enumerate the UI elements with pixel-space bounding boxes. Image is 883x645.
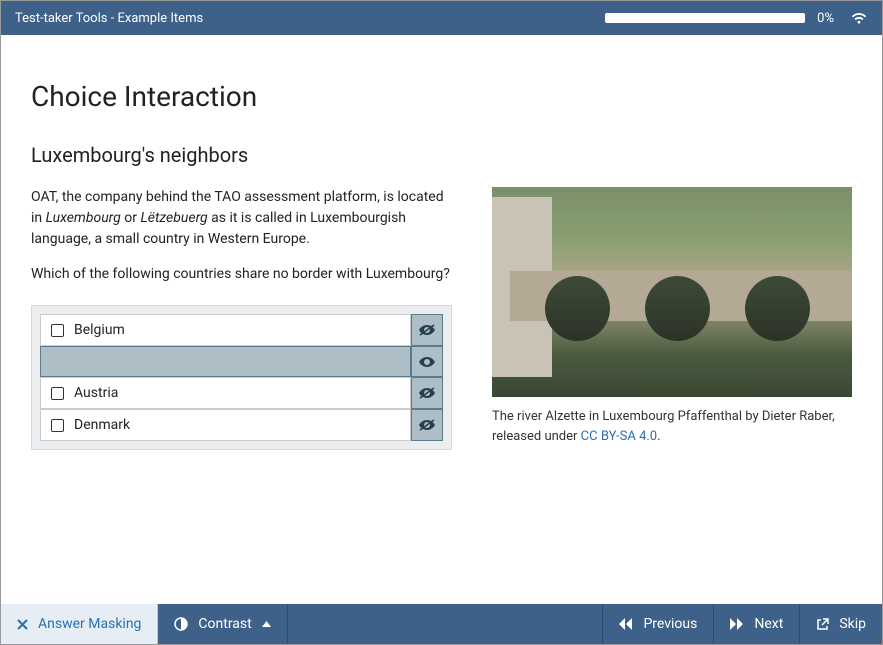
- wifi-icon: [850, 11, 868, 25]
- page-subtitle: Luxembourg's neighbors: [31, 143, 852, 167]
- checkbox-icon[interactable]: [51, 387, 64, 400]
- mask-toggle-button[interactable]: [411, 314, 443, 346]
- choice-option[interactable]: Denmark: [40, 409, 411, 441]
- choice-label: Belgium: [74, 322, 125, 338]
- choice-row[interactable]: Austria: [40, 377, 443, 409]
- choice-row[interactable]: Belgium: [40, 314, 443, 346]
- choice-option-masked[interactable]: [40, 346, 411, 377]
- contrast-button[interactable]: Contrast: [158, 604, 287, 644]
- mask-toggle-button[interactable]: [411, 346, 443, 377]
- skip-button[interactable]: Skip: [799, 604, 882, 644]
- choice-row[interactable]: Denmark: [40, 409, 443, 441]
- page-title: Choice Interaction: [31, 80, 852, 113]
- caption-suffix: .: [657, 429, 660, 444]
- intro-em1: Luxembourg: [46, 210, 121, 226]
- choice-option[interactable]: Belgium: [40, 314, 411, 346]
- contrast-label: Contrast: [198, 616, 251, 632]
- answer-masking-label: Answer Masking: [38, 616, 141, 632]
- previous-label: Previous: [643, 616, 697, 632]
- choice-list: Belgium: [31, 305, 452, 450]
- contrast-icon: [174, 617, 188, 631]
- choice-option[interactable]: Austria: [40, 377, 411, 409]
- rewind-icon: [619, 618, 633, 630]
- choice-row[interactable]: [40, 346, 443, 377]
- eye-slash-icon: [418, 419, 436, 431]
- progress-percent: 0%: [817, 11, 834, 26]
- intro-mid: or: [121, 210, 141, 226]
- mask-toggle-button[interactable]: [411, 377, 443, 409]
- eye-slash-icon: [418, 324, 436, 336]
- answer-masking-button[interactable]: Answer Masking: [1, 604, 158, 644]
- content-area: Choice Interaction Luxembourg's neighbor…: [1, 35, 882, 604]
- spacer: [288, 604, 603, 644]
- mask-toggle-button[interactable]: [411, 409, 443, 441]
- figure-caption: The river Alzette in Luxembourg Pfaffent…: [492, 407, 852, 446]
- previous-button[interactable]: Previous: [602, 604, 713, 644]
- skip-label: Skip: [839, 616, 866, 632]
- forward-icon: [730, 618, 744, 630]
- license-link[interactable]: CC BY-SA 4.0: [581, 429, 657, 444]
- external-icon: [816, 618, 829, 631]
- bottom-bar: Answer Masking Contrast Previous Next: [1, 604, 882, 644]
- chevron-up-icon: [262, 621, 271, 627]
- intro-em2: Lëtzebuerg: [140, 210, 207, 226]
- intro-text: OAT, the company behind the TAO assessme…: [31, 187, 452, 250]
- figure-image: [492, 187, 852, 397]
- choice-label: Denmark: [74, 417, 130, 433]
- checkbox-icon[interactable]: [51, 419, 64, 432]
- caption-prefix: The river Alzette in Luxembourg Pfaffent…: [492, 409, 835, 444]
- eye-slash-icon: [418, 387, 436, 399]
- eye-icon: [418, 356, 436, 368]
- next-label: Next: [754, 616, 783, 632]
- app-title: Test-taker Tools - Example Items: [15, 11, 605, 26]
- top-bar: Test-taker Tools - Example Items 0%: [1, 1, 882, 35]
- checkbox-icon[interactable]: [51, 324, 64, 337]
- question-text: Which of the following countries share n…: [31, 264, 452, 285]
- choice-label: Austria: [74, 385, 118, 401]
- close-icon: [17, 619, 28, 630]
- next-button[interactable]: Next: [713, 604, 799, 644]
- progress-bar: [605, 13, 805, 23]
